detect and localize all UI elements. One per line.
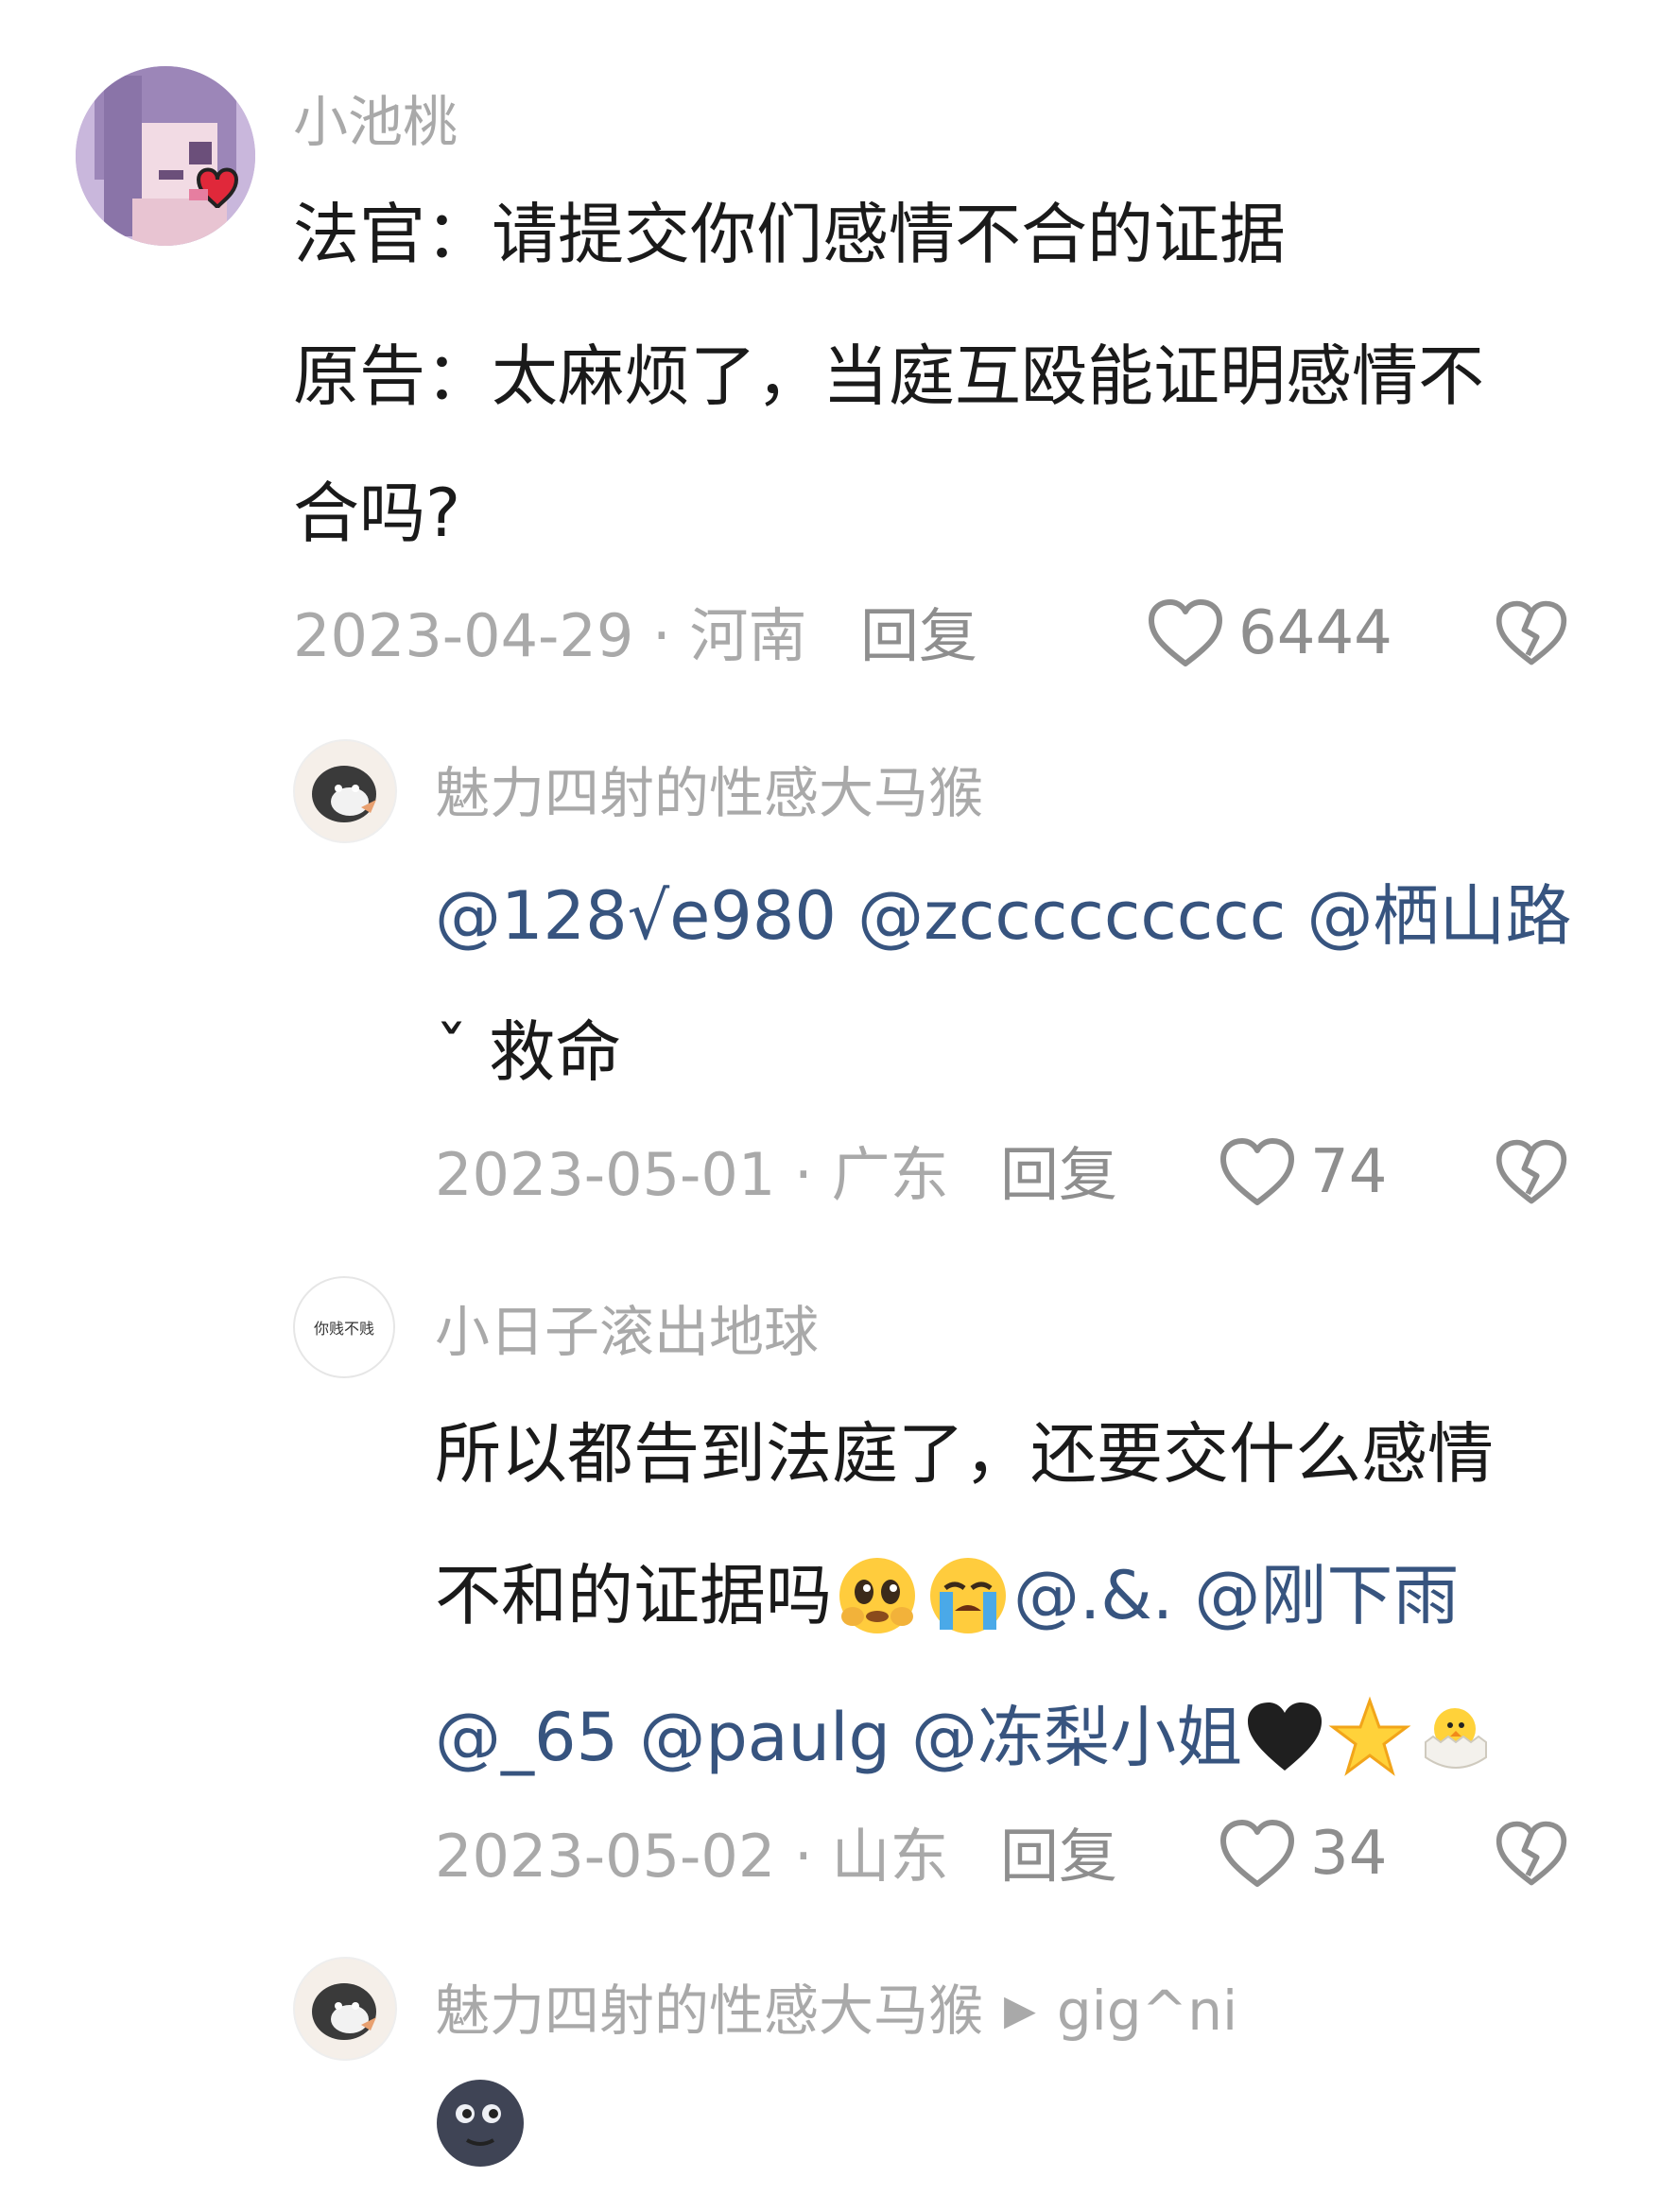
reply-button[interactable]: 回复 [1000,1827,1117,1886]
avatar[interactable]: 你贱不贱 [293,1276,395,1378]
mention-text[interactable]: @.&. @刚下雨 [1013,1563,1459,1629]
cartoon-dog-avatar-icon [295,1959,395,2059]
avatar-pixel-art-icon [76,66,255,246]
heart-icon [1149,599,1222,666]
comment-text-line: 所以都告到法庭了，还要交什么感情 [435,1415,1494,1493]
pleading-face-icon [839,1558,915,1633]
username: 魅力四射的性感大马猴 ▶ gig^ni [435,1983,1237,2038]
comment-text-line: @_65 @paulg @冻梨小姐 [435,1695,1497,1780]
hatching-chick-icon [1425,1708,1488,1769]
comment-text-line: ˇ 救命 [435,1013,622,1091]
reply-button[interactable]: 回复 [860,607,977,665]
heart-icon [1220,1138,1294,1205]
comment-text-line: 原告：太麻烦了，当庭互殴能证明感情不 [293,337,1484,415]
reply-to-username[interactable]: gig^ni [1057,1983,1237,2038]
avatar[interactable] [76,66,255,246]
like-button[interactable]: 74 [1218,1136,1387,1208]
glowing-star-icon [1328,1696,1411,1776]
like-button[interactable]: 6444 [1146,597,1392,669]
comment-meta: 2023-04-29 · 河南 [293,601,807,670]
broken-heart-icon [1496,1821,1567,1886]
like-count: 34 [1310,1819,1388,1889]
like-count: 74 [1310,1137,1388,1207]
dislike-button[interactable] [1494,1818,1569,1893]
new-moon-face-icon [437,2080,524,2167]
broken-heart-icon [1496,1139,1567,1204]
broken-heart-icon [1496,600,1567,665]
loudly-crying-face-icon [930,1558,1006,1633]
comment-text-line: 不和的证据吗 @.&. @刚下雨 [435,1550,1459,1641]
reply-button[interactable]: 回复 [1000,1146,1117,1204]
heart-icon [1220,1820,1294,1887]
avatar[interactable] [293,739,397,843]
username[interactable]: 魅力四射的性感大马猴 [435,766,983,821]
dislike-button[interactable] [1494,1136,1569,1212]
like-button[interactable]: 34 [1218,1818,1387,1890]
comment-text-line: 合吗? [293,475,461,552]
comment-text-line: 法官：请提交你们感情不合的证据 [293,196,1286,273]
username[interactable]: 小池桃 [293,95,458,149]
like-count: 6444 [1238,598,1392,668]
black-heart-icon [1248,1702,1323,1771]
avatar-text: 你贱不贱 [313,1320,374,1338]
comment-meta: 2023-05-01 · 广东 [435,1140,949,1209]
dislike-button[interactable] [1494,597,1569,673]
comment-text: 不和的证据吗 [435,1557,832,1634]
cartoon-dog-avatar-icon [295,741,395,841]
avatar[interactable] [293,1957,397,2061]
reply-arrow-icon: ▶ [1004,1986,1036,2034]
username[interactable]: 小日子滚出地球 [435,1305,819,1359]
mention-line[interactable]: @128√e980 @zccccccccc @栖山路 [435,883,1572,949]
username-link[interactable]: 魅力四射的性感大马猴 [435,1983,983,2038]
mention-text[interactable]: @_65 @paulg @冻梨小姐 [435,1704,1242,1771]
comment-meta: 2023-05-02 · 山东 [435,1822,949,1891]
